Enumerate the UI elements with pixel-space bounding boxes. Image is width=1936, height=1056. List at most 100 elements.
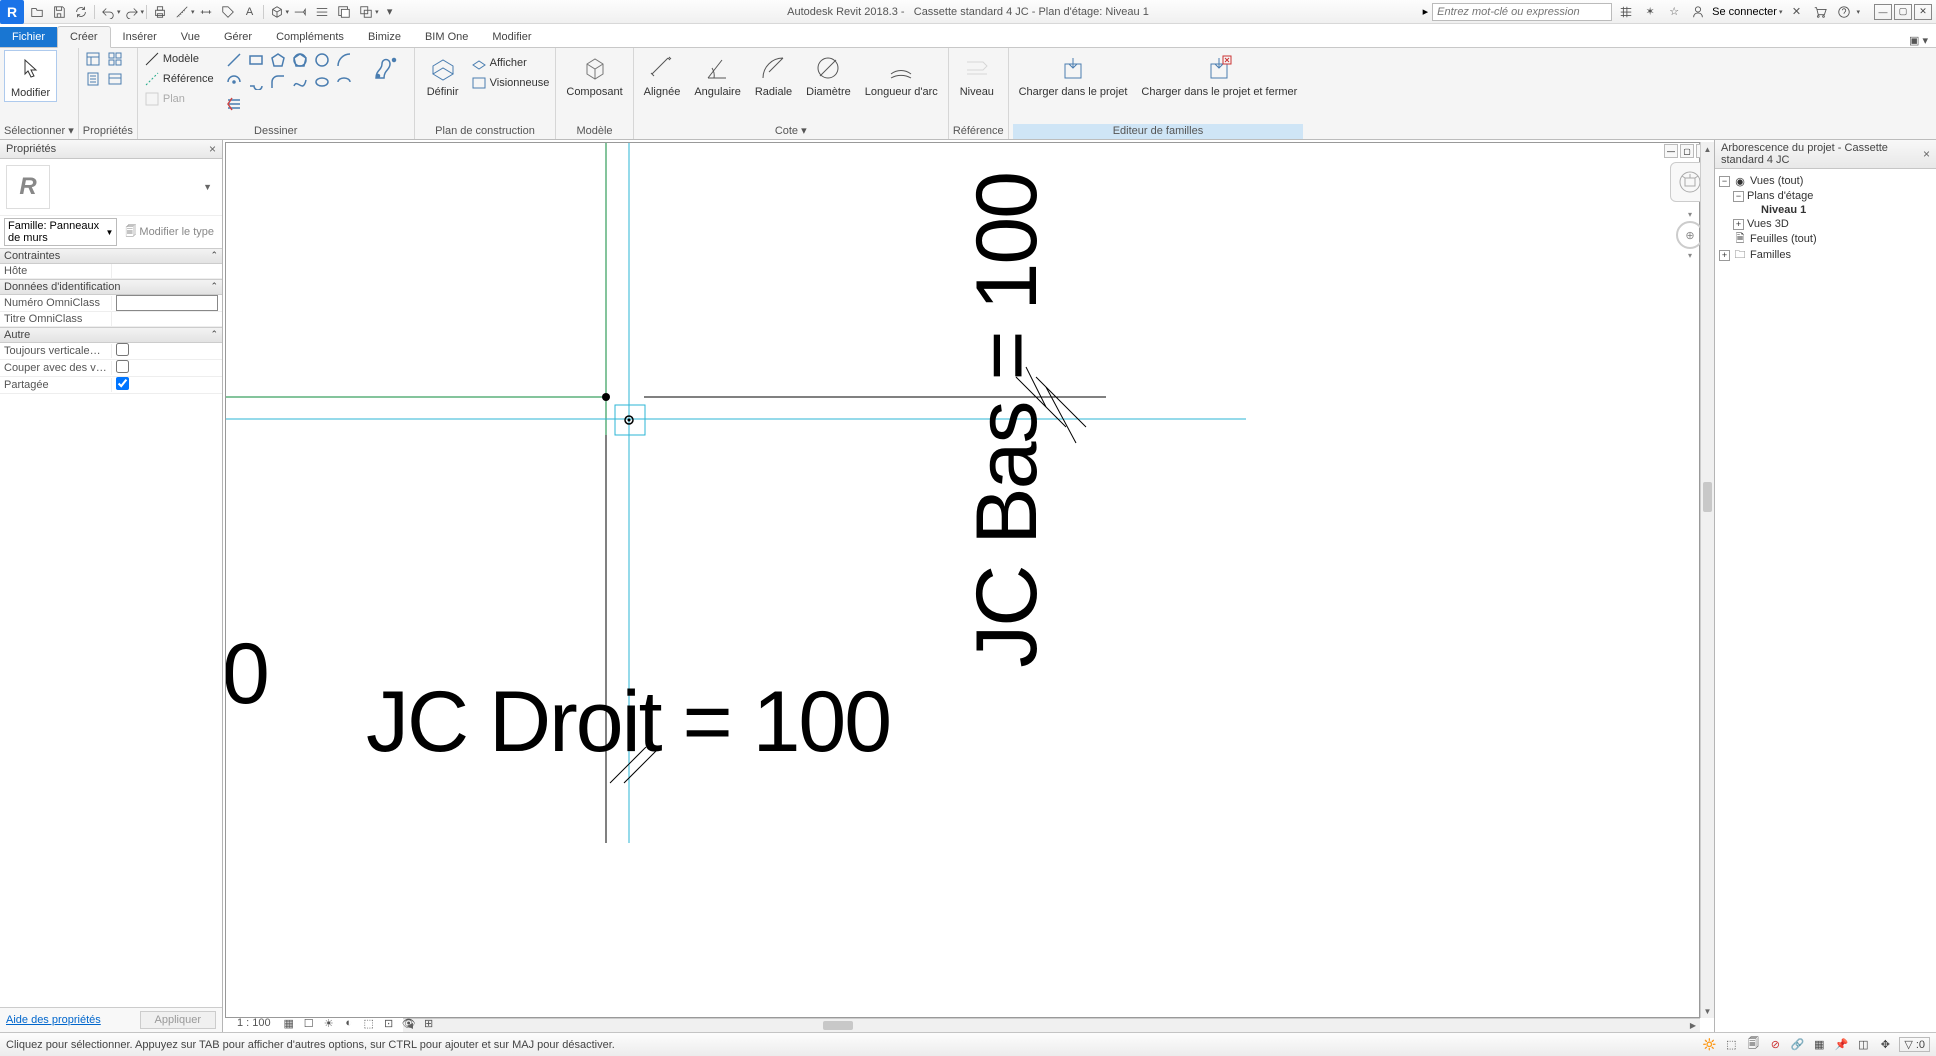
select-face-icon[interactable]: ◫ bbox=[1855, 1037, 1871, 1053]
family-types-button[interactable] bbox=[105, 50, 125, 68]
prop-cut-voids-checkbox[interactable] bbox=[116, 360, 129, 373]
dim-diameter-button[interactable]: Diamètre bbox=[800, 50, 857, 100]
dimension-horizontal[interactable]: JC Droit = 100 bbox=[366, 673, 890, 772]
family-combobox[interactable]: Famille: Panneaux de murs▼ bbox=[4, 218, 117, 246]
dim-angular-button[interactable]: Angulaire bbox=[688, 50, 746, 100]
minimize-button[interactable]: — bbox=[1874, 4, 1892, 20]
polygon-circumscribed-tool[interactable] bbox=[290, 50, 310, 70]
horizontal-scrollbar[interactable]: ◀▶ bbox=[403, 1018, 1700, 1032]
detail-level-icon[interactable]: ▦ bbox=[281, 1015, 297, 1031]
crop-view-icon[interactable]: ⬚ bbox=[361, 1015, 377, 1031]
load-close-button[interactable]: Charger dans le projet et fermer bbox=[1135, 50, 1303, 100]
prop-shared-checkbox[interactable] bbox=[116, 377, 129, 390]
search-icon[interactable] bbox=[1616, 2, 1636, 22]
tree-floorplans[interactable]: −Plans d'étage bbox=[1719, 189, 1932, 203]
signin-label[interactable]: Se connecter bbox=[1712, 6, 1777, 18]
editable-only-icon[interactable]: ⬚ bbox=[1723, 1037, 1739, 1053]
apply-button[interactable]: Appliquer bbox=[140, 1011, 216, 1029]
select-underlay-icon[interactable]: ▦ bbox=[1811, 1037, 1827, 1053]
circle-tool[interactable] bbox=[312, 50, 332, 70]
dim-arclen-button[interactable]: Longueur d'arc bbox=[859, 50, 944, 100]
thinlines-icon[interactable] bbox=[313, 3, 331, 21]
line-tool[interactable] bbox=[224, 50, 244, 70]
qat-customize-icon[interactable]: ▾ bbox=[381, 3, 399, 21]
tree-level1[interactable]: Niveau 1 bbox=[1719, 203, 1932, 217]
close-browser-icon[interactable]: × bbox=[1923, 147, 1930, 161]
ribbon-minimize-icon[interactable]: ▣ ▾ bbox=[1909, 34, 1936, 47]
component-button[interactable]: Composant bbox=[560, 50, 628, 100]
properties-help-link[interactable]: Aide des propriétés bbox=[6, 1014, 101, 1026]
arc-center-tool[interactable] bbox=[224, 72, 244, 92]
reference-line-button[interactable]: Référence bbox=[142, 70, 216, 88]
view-max-icon[interactable]: ▢ bbox=[1680, 144, 1694, 158]
hide-isolate-icon[interactable]: 👁 bbox=[401, 1015, 417, 1031]
vertical-scrollbar[interactable]: ▲▼ bbox=[1700, 142, 1714, 1018]
section-icon[interactable] bbox=[291, 3, 309, 21]
text-icon[interactable]: A bbox=[241, 3, 259, 21]
selection-filter[interactable]: ▽:0 bbox=[1899, 1037, 1930, 1052]
exchange-icon[interactable]: ✕ bbox=[1786, 2, 1806, 22]
exclude-options-icon[interactable]: ⊘ bbox=[1767, 1037, 1783, 1053]
tag-icon[interactable] bbox=[219, 3, 237, 21]
redo-icon[interactable] bbox=[123, 3, 141, 21]
arc-tangent-tool[interactable] bbox=[246, 72, 266, 92]
maximize-button[interactable]: ▢ bbox=[1894, 4, 1912, 20]
tree-sheets[interactable]: 🗎Feuilles (tout) bbox=[1719, 231, 1932, 247]
worksets-icon[interactable]: 🔆 bbox=[1701, 1037, 1717, 1053]
tab-file[interactable]: Fichier bbox=[0, 27, 57, 47]
panel-select-title[interactable]: Sélectionner ▾ bbox=[4, 123, 74, 139]
crop-region-icon[interactable]: ⊡ bbox=[381, 1015, 397, 1031]
define-workplane-button[interactable]: Définir bbox=[419, 50, 467, 100]
group-identity[interactable]: Données d'identification⌃ bbox=[0, 279, 222, 295]
visual-style-icon[interactable]: ☐ bbox=[301, 1015, 317, 1031]
type-dropdown[interactable]: ▼ bbox=[199, 178, 216, 196]
sun-path-icon[interactable]: ☀ bbox=[321, 1015, 337, 1031]
prop-omninum-input[interactable] bbox=[116, 295, 218, 311]
info-arrow-icon[interactable]: ▸ bbox=[1423, 5, 1429, 18]
open-icon[interactable] bbox=[28, 3, 46, 21]
spline-tool[interactable] bbox=[290, 72, 310, 92]
select-pinned-icon[interactable]: 📌 bbox=[1833, 1037, 1849, 1053]
reveal-hidden-icon[interactable]: ⊞ bbox=[421, 1015, 437, 1031]
select-links-icon[interactable]: 🔗 bbox=[1789, 1037, 1805, 1053]
close-button[interactable]: ✕ bbox=[1914, 4, 1932, 20]
pick-lines-tool[interactable] bbox=[224, 94, 244, 114]
switch-windows-icon[interactable] bbox=[357, 3, 375, 21]
undo-icon[interactable] bbox=[99, 3, 117, 21]
close-inactive-icon[interactable] bbox=[335, 3, 353, 21]
cart-icon[interactable] bbox=[1810, 2, 1830, 22]
shadows-icon[interactable]: ◐ bbox=[341, 1015, 357, 1031]
sketch-button[interactable] bbox=[362, 50, 410, 88]
design-options-icon[interactable]: 🗐 bbox=[1745, 1037, 1761, 1053]
family-category-button[interactable] bbox=[105, 70, 125, 88]
canvas[interactable]: JC Bas = 100 JC Droit = 100 0 — ▢ × ▾ ⊕ … bbox=[223, 140, 1714, 1032]
tree-views[interactable]: −◉Vues (tout) bbox=[1719, 173, 1932, 189]
dimension-vertical[interactable]: JC Bas = 100 bbox=[958, 173, 1057, 668]
group-constraints[interactable]: Contraintes⌃ bbox=[0, 248, 222, 264]
view-min-icon[interactable]: — bbox=[1664, 144, 1678, 158]
prop-always-vertical-checkbox[interactable] bbox=[116, 343, 129, 356]
panel-cote-title[interactable]: Cote ▾ bbox=[638, 123, 944, 139]
app-menu-button[interactable]: R bbox=[0, 0, 24, 24]
measure-icon[interactable] bbox=[173, 3, 191, 21]
save-icon[interactable] bbox=[50, 3, 68, 21]
drag-elements-icon[interactable]: ✥ bbox=[1877, 1037, 1893, 1053]
tab-modify[interactable]: Modifier bbox=[480, 27, 543, 47]
edit-type-button[interactable]: 🗐Modifier le type bbox=[121, 218, 218, 246]
polygon-inscribed-tool[interactable] bbox=[268, 50, 288, 70]
group-other[interactable]: Autre⌃ bbox=[0, 327, 222, 343]
modify-button[interactable]: Modifier bbox=[4, 50, 57, 102]
tab-manage[interactable]: Gérer bbox=[212, 27, 264, 47]
dim-radial-button[interactable]: Radiale bbox=[749, 50, 798, 100]
search-input[interactable] bbox=[1432, 3, 1612, 21]
user-icon[interactable] bbox=[1688, 2, 1708, 22]
arc-start-end-tool[interactable] bbox=[334, 50, 354, 70]
type-properties-button[interactable] bbox=[83, 70, 103, 88]
keyshort-icon[interactable]: ✶ bbox=[1640, 2, 1660, 22]
model-line-button[interactable]: Modèle bbox=[142, 50, 216, 68]
sync-icon[interactable] bbox=[72, 3, 90, 21]
viewer-button[interactable]: Visionneuse bbox=[469, 74, 552, 92]
fillet-arc-tool[interactable] bbox=[268, 72, 288, 92]
properties-title[interactable]: Propriétés × bbox=[0, 140, 222, 159]
load-project-button[interactable]: Charger dans le projet bbox=[1013, 50, 1134, 100]
